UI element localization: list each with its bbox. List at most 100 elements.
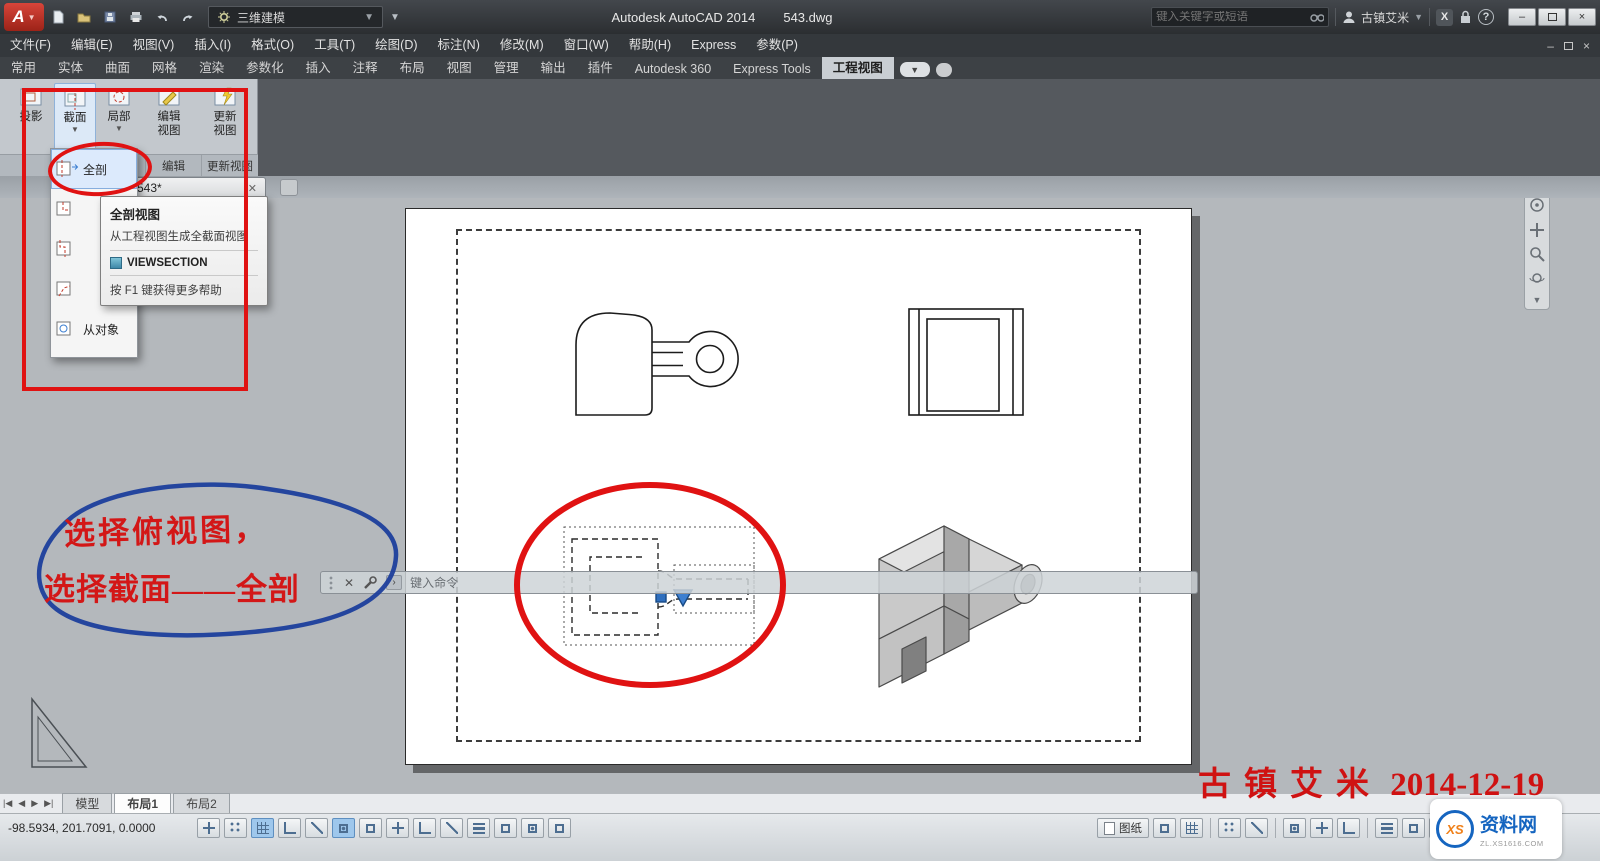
quick-view-layouts-button[interactable]: [1153, 818, 1176, 838]
tab-layout2[interactable]: 布局2: [173, 793, 230, 814]
tab-express-tools[interactable]: Express Tools: [722, 59, 822, 79]
menu-parametric[interactable]: 参数(P): [746, 34, 808, 57]
tab-layout[interactable]: 布局: [389, 54, 436, 79]
sign-in-area[interactable]: 古镇艾米 ▼: [1342, 9, 1423, 26]
selection-cycling-toggle[interactable]: [548, 818, 571, 838]
drawing-tab-menu-icon[interactable]: [280, 179, 298, 196]
steering-wheel-button[interactable]: [1218, 818, 1241, 838]
qat-dropdown[interactable]: ▼: [385, 12, 405, 23]
prev-layout-button[interactable]: ◀: [15, 798, 28, 809]
snap-tracking-toggle[interactable]: [386, 818, 409, 838]
tab-layout1[interactable]: 布局1: [114, 793, 171, 814]
menu-insert[interactable]: 插入(I): [184, 34, 241, 57]
clean-screen-button[interactable]: [1429, 818, 1452, 838]
chevron-down-icon[interactable]: ▼: [1533, 295, 1542, 305]
orbit-icon[interactable]: [1529, 270, 1545, 286]
doc-restore-button[interactable]: [1564, 42, 1573, 50]
tab-manage[interactable]: 管理: [483, 54, 530, 79]
menu-edit[interactable]: 编辑(E): [61, 34, 123, 57]
doc-minimize-button[interactable]: –: [1547, 39, 1554, 53]
polar-tracking-toggle[interactable]: [305, 818, 328, 838]
binoculars-icon[interactable]: [1310, 11, 1324, 23]
dynamic-ucs-toggle[interactable]: [413, 818, 436, 838]
annotation-scale-button[interactable]: [1337, 818, 1360, 838]
menu-modify[interactable]: 修改(M): [490, 34, 554, 57]
workspace-switcher[interactable]: 三维建模 ▼: [208, 6, 383, 28]
tab-view[interactable]: 视图: [436, 54, 483, 79]
grid-toggle[interactable]: [251, 818, 274, 838]
doc-close-button[interactable]: ×: [1583, 39, 1590, 53]
infer-constraints-toggle[interactable]: [197, 818, 220, 838]
panel-label-update[interactable]: 更新视图: [202, 155, 258, 176]
layout-paper[interactable]: [405, 208, 1192, 765]
tab-plugins[interactable]: 插件: [577, 54, 624, 79]
tab-model[interactable]: 模型: [62, 793, 112, 814]
menu-view[interactable]: 视图(V): [123, 34, 185, 57]
command-line[interactable]: ✕ › 键入命令: [320, 571, 1198, 594]
tab-close-icon[interactable]: ✕: [248, 182, 257, 195]
tab-output[interactable]: 输出: [530, 54, 577, 79]
tab-drawing-views[interactable]: 工程视图: [822, 54, 894, 79]
show-motion-button[interactable]: [1245, 818, 1268, 838]
ribbon-minimize-button[interactable]: ▼: [900, 62, 930, 77]
drawing-tab[interactable]: 543* ✕: [128, 177, 266, 198]
tab-solid[interactable]: 实体: [47, 54, 94, 79]
redo-button[interactable]: [176, 6, 200, 28]
menu-window[interactable]: 窗口(W): [554, 34, 619, 57]
menu-dimension[interactable]: 标注(N): [428, 34, 490, 57]
tab-mesh[interactable]: 网格: [141, 54, 188, 79]
command-input[interactable]: 键入命令: [410, 574, 458, 591]
close-icon[interactable]: ✕: [344, 576, 354, 590]
last-layout-button[interactable]: ▶|: [41, 798, 56, 809]
exchange-apps-icon[interactable]: X: [1436, 9, 1453, 26]
wrench-icon[interactable]: [362, 575, 378, 591]
dynamic-input-toggle[interactable]: [440, 818, 463, 838]
steering-wheel-icon[interactable]: [1529, 197, 1545, 213]
menu-draw[interactable]: 绘图(D): [365, 34, 427, 57]
tab-surface[interactable]: 曲面: [94, 54, 141, 79]
menu-item-from-object[interactable]: 从对象: [51, 309, 137, 349]
menu-express[interactable]: Express: [681, 34, 746, 57]
lineweight-toggle[interactable]: [467, 818, 490, 838]
ribbon-options-icon[interactable]: [936, 63, 952, 77]
section-view-button[interactable]: 截面 ▼: [54, 83, 96, 151]
first-layout-button[interactable]: |◀: [0, 798, 15, 809]
next-layout-button[interactable]: ▶: [28, 798, 41, 809]
lock-icon[interactable]: [1459, 10, 1472, 24]
paper-model-toggle[interactable]: 图纸: [1097, 818, 1149, 838]
snap-toggle[interactable]: [224, 818, 247, 838]
menu-format[interactable]: 格式(O): [241, 34, 304, 57]
menu-help[interactable]: 帮助(H): [619, 34, 681, 57]
tab-autodesk360[interactable]: Autodesk 360: [624, 59, 722, 79]
projection-view-button[interactable]: 投影: [10, 83, 52, 151]
tab-parametric[interactable]: 参数化: [235, 54, 295, 79]
workspace-switch-button[interactable]: [1375, 818, 1398, 838]
undo-button[interactable]: [150, 6, 174, 28]
tab-home[interactable]: 常用: [0, 54, 47, 79]
ortho-toggle[interactable]: [278, 818, 301, 838]
transparency-toggle[interactable]: [494, 818, 517, 838]
update-view-button[interactable]: 更新 视图: [204, 83, 246, 151]
object-snap-toggle[interactable]: [332, 818, 355, 838]
save-button[interactable]: [98, 6, 122, 28]
new-file-button[interactable]: [46, 6, 70, 28]
quick-view-drawings-button[interactable]: [1180, 818, 1203, 838]
search-input[interactable]: [1156, 11, 1310, 23]
pan-icon[interactable]: [1529, 222, 1545, 238]
annotation-visibility-toggle[interactable]: [1283, 818, 1306, 838]
tab-render[interactable]: 渲染: [188, 54, 235, 79]
app-logo-icon[interactable]: A▼: [4, 3, 44, 31]
tab-annotate[interactable]: 注释: [342, 54, 389, 79]
quick-properties-toggle[interactable]: [521, 818, 544, 838]
menu-tools[interactable]: 工具(T): [304, 34, 365, 57]
menu-file[interactable]: 文件(F): [0, 34, 61, 57]
panel-label-edit[interactable]: 编辑: [146, 155, 202, 176]
plot-button[interactable]: [124, 6, 148, 28]
edit-view-button[interactable]: 编辑 视图: [148, 83, 190, 151]
menu-item-full-section[interactable]: 全剖: [51, 149, 137, 189]
zoom-icon[interactable]: [1529, 246, 1545, 262]
drag-handle[interactable]: [329, 576, 336, 590]
toolbar-lock-button[interactable]: [1402, 818, 1425, 838]
tab-insert[interactable]: 插入: [295, 54, 342, 79]
close-button[interactable]: ×: [1568, 8, 1596, 26]
